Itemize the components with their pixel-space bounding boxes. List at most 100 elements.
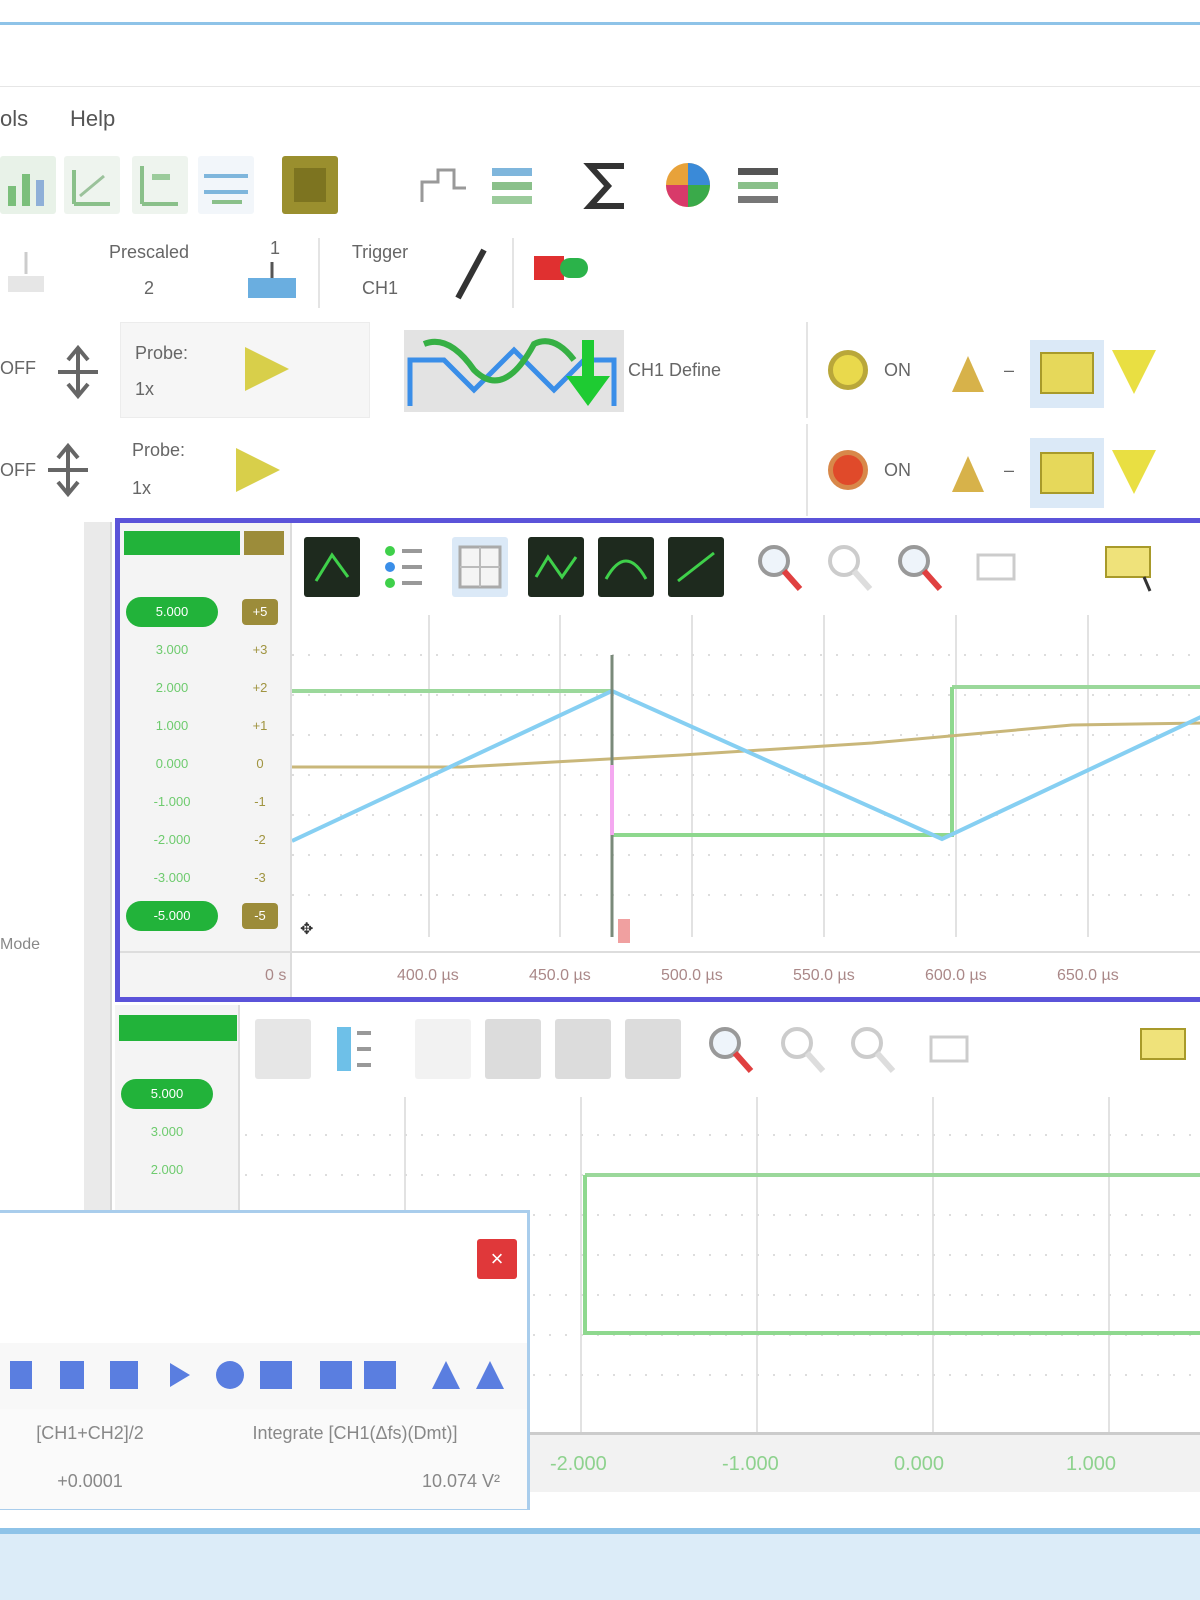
volt-level-6[interactable]: -2.000 (126, 825, 218, 855)
scope2-channel-list-icon[interactable] (325, 1019, 381, 1079)
sum-icon[interactable] (580, 156, 636, 214)
zoom-fit-icon[interactable] (890, 537, 946, 597)
chart-bars-icon[interactable] (0, 156, 56, 214)
note-icon[interactable] (1100, 537, 1156, 597)
trace-view-icon[interactable] (528, 537, 584, 597)
scope1-toolbar (292, 523, 1200, 615)
ch1-play-icon[interactable] (245, 347, 289, 391)
volt-level-1[interactable]: 3.000 (126, 635, 218, 665)
scope1-plot-area[interactable] (291, 615, 1200, 937)
ch1-scale-button[interactable] (1030, 340, 1104, 408)
close-icon[interactable]: × (477, 1239, 517, 1279)
volt-level-8[interactable]: -5.000 (126, 901, 218, 931)
volt-level-7[interactable]: -3.000 (126, 863, 218, 893)
ch2-color-indicator-icon[interactable] (828, 450, 868, 490)
ch2-position-icon[interactable] (40, 442, 96, 498)
color-wheel-icon[interactable] (660, 156, 716, 214)
ch2-probe-value[interactable]: 1x (132, 478, 222, 498)
panel-scrollbar[interactable] (84, 522, 112, 1222)
ch1-position-icon[interactable] (50, 344, 106, 400)
envelope-view-icon[interactable] (598, 537, 654, 597)
chip-icon[interactable] (282, 156, 338, 214)
zoom-out-icon[interactable] (820, 537, 876, 597)
trigger-source[interactable]: CH1 (330, 278, 430, 298)
menu-bar: ols Help (0, 100, 1200, 140)
measure-icon[interactable] (64, 156, 120, 214)
row-separator (806, 424, 808, 516)
scope2-persist-view-icon[interactable] (625, 1019, 681, 1079)
cursor-icon[interactable] (968, 537, 1024, 597)
offset-level-2[interactable]: +2 (242, 675, 278, 701)
scope-screen-icon[interactable] (304, 537, 360, 597)
ch2-trigger-level-icon[interactable] (1112, 450, 1156, 494)
math-function-icons[interactable] (0, 1343, 527, 1409)
volt-level-5[interactable]: -1.000 (126, 787, 218, 817)
persist-view-icon[interactable] (668, 537, 724, 597)
ch2-probe-icon[interactable] (944, 448, 994, 498)
ch1-mode-label[interactable]: CH1 Define (628, 360, 798, 380)
volt-level-0[interactable]: 5.000 (126, 597, 218, 627)
scope1-waveforms (291, 615, 1200, 937)
ch1-trigger-level-icon[interactable] (1112, 350, 1156, 394)
ch1-status[interactable]: ON (884, 360, 944, 380)
math-value-2: 10.074 V² (421, 1471, 500, 1491)
run-mode-icon[interactable] (0, 246, 52, 302)
compare-icon[interactable] (198, 156, 254, 214)
scope2-screen-icon[interactable] (255, 1019, 311, 1079)
channel-1-row: OFF Probe: 1x CH1 Define ON – (0, 322, 1200, 418)
scope2-volt-level-2[interactable]: 2.000 (121, 1155, 213, 1185)
time-label-6: 650.0 µs (1057, 967, 1119, 984)
volt-level-4[interactable]: 0.000 (126, 749, 218, 779)
offset-level-1[interactable]: +3 (242, 637, 278, 663)
scope2-grid-view-icon[interactable] (415, 1019, 471, 1079)
scope2-zoom-in-icon[interactable] (701, 1019, 757, 1079)
record-toggle-icon[interactable] (530, 250, 592, 286)
step-wave-icon[interactable] (416, 156, 472, 214)
offset-level-8[interactable]: -5 (242, 903, 278, 929)
scope2-zoom-fit-icon[interactable] (843, 1019, 899, 1079)
ch1-color-indicator-icon[interactable] (828, 350, 868, 390)
offset-level-3[interactable]: +1 (242, 713, 278, 739)
ch1-probe-label: Probe: (135, 343, 189, 363)
volt-level-3[interactable]: 1.000 (126, 711, 218, 741)
volt-level-2[interactable]: 2.000 (126, 673, 218, 703)
trigger-marker-icon[interactable] (618, 919, 630, 943)
ch2-play-icon[interactable] (236, 448, 280, 492)
scope2-volt-level-1[interactable]: 3.000 (121, 1117, 213, 1147)
offset-level-4[interactable]: 0 (242, 751, 278, 777)
ch2-status[interactable]: ON (884, 460, 944, 480)
ch1-probe-value[interactable]: 1x (135, 379, 205, 399)
trigger-slope-icon[interactable] (446, 246, 496, 302)
ch1-waveform-select[interactable] (404, 330, 624, 412)
ch1-probe-icon[interactable] (944, 348, 994, 398)
layers-icon[interactable] (730, 156, 786, 214)
ch1-coupling-label[interactable]: OFF (0, 358, 50, 378)
scope2-zoom-out-icon[interactable] (773, 1019, 829, 1079)
axis-icon[interactable] (132, 156, 188, 214)
status-bar (0, 1534, 1200, 1600)
offset-level-7[interactable]: -3 (242, 865, 278, 891)
menu-item-help[interactable]: Help (70, 106, 115, 132)
menu-item-tools[interactable]: ols (0, 106, 28, 132)
channel-list-icon[interactable] (374, 537, 430, 597)
scope1-time-axis: 0 s 400.0 µs 450.0 µs 500.0 µs 550.0 µs 600.0… (120, 951, 1200, 997)
moon-icon[interactable] (350, 156, 406, 214)
offset-level-5[interactable]: -1 (242, 789, 278, 815)
math-cell-1[interactable]: [CH1+CH2]/2 (0, 1423, 180, 1444)
offset-level-6[interactable]: -2 (242, 827, 278, 853)
bottom-axis-label-3: 1.000 (1066, 1453, 1117, 1475)
bus-icon[interactable] (484, 156, 540, 214)
offset-level-0[interactable]: +5 (242, 599, 278, 625)
math-cell-2[interactable]: Integrate [CH1(Δfs)(Dmt)] (190, 1423, 520, 1444)
scope2-volt-level-0[interactable]: 5.000 (121, 1079, 213, 1109)
pan-icon[interactable]: ✥ (300, 919, 330, 939)
zoom-in-icon[interactable] (750, 537, 806, 597)
grid-view-icon[interactable] (452, 537, 508, 597)
prescaler-value[interactable]: 2 (64, 278, 234, 298)
scope2-note-icon[interactable] (1135, 1019, 1191, 1079)
scope2-envelope-view-icon[interactable] (555, 1019, 611, 1079)
scope2-cursor-icon[interactable] (921, 1019, 977, 1079)
timebase-icon[interactable] (242, 262, 302, 302)
ch2-scale-button[interactable] (1030, 438, 1104, 508)
scope2-trace-view-icon[interactable] (485, 1019, 541, 1079)
